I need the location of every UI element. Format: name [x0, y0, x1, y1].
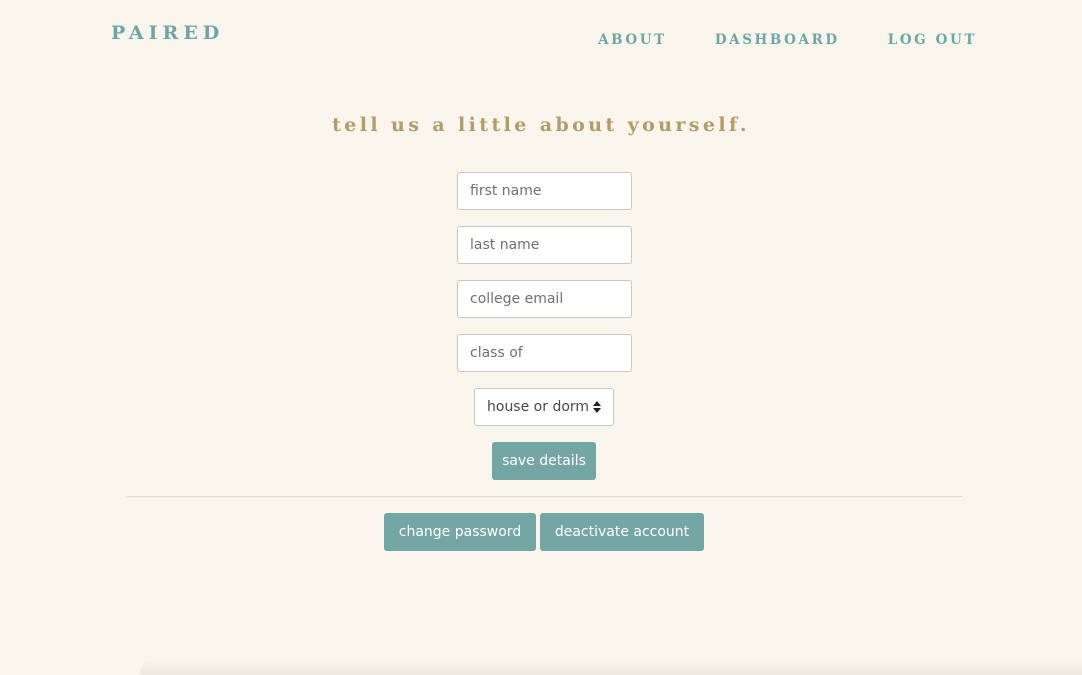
select-arrows-icon [593, 401, 602, 413]
class-of-input[interactable] [457, 334, 632, 372]
first-name-input[interactable] [457, 172, 632, 210]
college-email-input[interactable] [457, 280, 632, 318]
save-details-button[interactable]: save details [492, 442, 596, 480]
house-or-dorm-select[interactable]: house or dorm [474, 388, 614, 426]
last-name-input[interactable] [457, 226, 632, 264]
footer-edge [140, 660, 1082, 675]
brand-logo[interactable]: PAIRED [111, 22, 224, 44]
section-divider [127, 496, 962, 497]
house-select-value: house or dorm [487, 399, 590, 415]
nav-dashboard[interactable]: DASHBOARD [715, 32, 840, 48]
form-heading: tell us a little about yourself. [332, 114, 750, 136]
nav-about[interactable]: ABOUT [598, 32, 667, 48]
page: PAIRED ABOUT DASHBOARD LOG OUT tell us a… [0, 0, 1082, 675]
change-password-button[interactable]: change password [384, 513, 536, 551]
deactivate-account-button[interactable]: deactivate account [540, 513, 704, 551]
main-nav: ABOUT DASHBOARD LOG OUT [598, 32, 977, 48]
nav-logout[interactable]: LOG OUT [888, 32, 977, 48]
